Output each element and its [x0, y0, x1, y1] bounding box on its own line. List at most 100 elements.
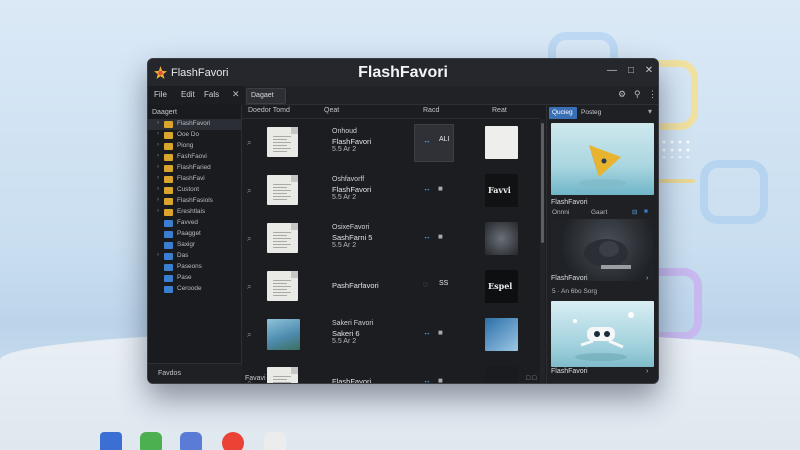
sidebar-root[interactable]: Daagert	[152, 109, 177, 116]
settings-icon[interactable]: ⚙	[618, 89, 626, 100]
sidebar-item[interactable]: › FashFaovi	[148, 152, 242, 163]
minimize-button[interactable]: —	[606, 65, 618, 77]
file-name: FlashFavori	[332, 137, 372, 146]
sidebar-item[interactable]: › Custont	[148, 185, 242, 196]
preview-caption-2: FlashFavori	[551, 275, 588, 282]
sidebar-item[interactable]: Favved	[148, 218, 242, 229]
files-icon[interactable]	[140, 432, 162, 450]
sidebar-item[interactable]: › Das	[148, 251, 242, 262]
file-preview-thumbnail[interactable]: Favvi	[485, 174, 518, 207]
sidebar-item[interactable]: Paagget	[148, 229, 242, 240]
chevron-right-icon[interactable]: ›	[646, 275, 648, 282]
scrollbar-thumb[interactable]	[541, 123, 544, 243]
chevron-right-icon[interactable]: ›	[157, 252, 159, 258]
chevron-right-icon[interactable]: ›	[157, 120, 159, 126]
link-icon[interactable]: ↔	[423, 376, 431, 383]
sidebar-item[interactable]: Pase	[148, 273, 242, 284]
sidebar-item[interactable]: › Ooe Do	[148, 130, 242, 141]
chevron-right-icon[interactable]: ›	[157, 175, 159, 181]
preview-tab-active[interactable]: Qucieg	[549, 107, 577, 119]
chrome-icon[interactable]	[222, 432, 244, 450]
file-row[interactable]: ⌕ Sakeri Favori Sakeri 6 5.5 Ar 2 ↔ ■	[242, 311, 540, 359]
link-icon[interactable]: ◌	[423, 280, 428, 289]
menu-view[interactable]: Fals	[204, 90, 219, 99]
sidebar-item[interactable]: › FlashFasiols	[148, 196, 242, 207]
link-icon[interactable]: ↔	[423, 232, 431, 241]
sidebar-item[interactable]: Paseons	[148, 262, 242, 273]
link-icon[interactable]: ↔	[423, 184, 431, 193]
close-button[interactable]: ✕	[643, 65, 655, 77]
preview-image-1[interactable]	[551, 123, 654, 195]
file-preview-thumbnail[interactable]: Espel	[485, 270, 518, 303]
sidebar-item[interactable]: › FlashFavi	[148, 174, 242, 185]
column-header-type[interactable]: Racd	[423, 107, 439, 114]
launcher-icon[interactable]	[100, 432, 122, 450]
chevron-right-icon[interactable]: ›	[157, 131, 159, 137]
close-menu-button[interactable]: ✕	[232, 89, 240, 100]
file-row[interactable]: ⌕ Onhoud FlashFavori 5.5 Ar 2 ↔ ALI	[242, 119, 540, 167]
menu-file[interactable]: File	[154, 90, 167, 99]
sidebar-item[interactable]: Ceroode	[148, 284, 242, 295]
chevron-right-icon[interactable]: ›	[157, 186, 159, 192]
file-meta: Onhoud	[332, 128, 357, 135]
sidebar-footer[interactable]: Favdos	[148, 363, 242, 383]
chevron-right-icon[interactable]: ›	[157, 197, 159, 203]
sidebar-item[interactable]: Saxigr	[148, 240, 242, 251]
file-preview-thumbnail[interactable]	[485, 318, 518, 351]
link-icon[interactable]: ↔	[423, 136, 431, 145]
preview-image-2[interactable]	[551, 219, 654, 281]
search-icon[interactable]: ⌕	[247, 138, 251, 148]
menu-edit[interactable]: Edit	[181, 90, 195, 99]
file-row[interactable]: ⌕ OsixeFavori SashFarni 5 5.5 Ar 2 ↔ ■	[242, 215, 540, 263]
tab-active[interactable]: Dagaet	[246, 88, 286, 104]
bg-line	[655, 179, 695, 183]
search-icon[interactable]: ⌕	[247, 186, 251, 196]
search-icon[interactable]: ⌕	[247, 234, 251, 244]
preview-tab[interactable]: Posteg	[581, 109, 601, 116]
tag-icon[interactable]: ■	[438, 184, 443, 193]
photos-icon[interactable]	[264, 432, 286, 450]
file-row[interactable]: ⌕FlashFavori5.5 Ar 2↔■	[242, 359, 540, 383]
file-size: 5.5 Ar 2	[332, 338, 357, 345]
title-bar[interactable]: FlashFavori FlashFavori — □ ✕	[148, 59, 658, 86]
column-header-name[interactable]: Doedor Tomd	[248, 107, 290, 114]
preview-caption-1: FlashFavori	[551, 199, 588, 206]
sidebar-item-label: Paagget	[177, 230, 201, 237]
file-row[interactable]: ⌕ PashFarfavori ◌ SS Espel	[242, 263, 540, 311]
account-icon[interactable]: ⚲	[634, 89, 641, 100]
file-preview-thumbnail[interactable]	[485, 366, 518, 383]
chevron-right-icon[interactable]: ›	[157, 153, 159, 159]
chevron-right-icon[interactable]: ›	[646, 368, 648, 375]
sidebar-item[interactable]: › FlashFavori	[148, 119, 242, 130]
sidebar-item-label: FlashFasiols	[177, 197, 213, 204]
sidebar-item-label: Paseons	[177, 263, 202, 270]
chevron-right-icon[interactable]: ›	[157, 142, 159, 148]
link-icon[interactable]: ↔	[423, 328, 431, 337]
grid-icon[interactable]: ■	[644, 208, 648, 215]
chevron-right-icon[interactable]: ›	[157, 164, 159, 170]
sidebar-item[interactable]: › Piong	[148, 141, 242, 152]
document-icon	[267, 271, 298, 301]
tag-icon[interactable]: ■	[438, 232, 443, 241]
settings-icon[interactable]	[180, 432, 202, 450]
file-preview-thumbnail[interactable]	[485, 126, 518, 159]
file-name: Sakeri 6	[332, 329, 360, 338]
more-icon[interactable]: ⋮	[648, 89, 657, 100]
search-icon[interactable]: ⌕	[247, 282, 251, 292]
column-header-date[interactable]: Qeat	[324, 107, 339, 114]
sidebar-item-label: Piong	[177, 142, 194, 149]
tag-icon[interactable]: ■	[438, 376, 443, 383]
sidebar: Daagert › FlashFavori › Ooe Do › Piong › FashFa…	[148, 105, 242, 383]
chevron-down-icon[interactable]: ▾	[648, 107, 652, 116]
preview-image-3[interactable]	[551, 301, 654, 367]
sidebar-item[interactable]: › Ereshtlais	[148, 207, 242, 218]
file-row[interactable]: ⌕ Oshfavorff FlashFavori 5.5 Ar 2 ↔ ■ Favvi	[242, 167, 540, 215]
maximize-button[interactable]: □	[625, 65, 637, 77]
chevron-right-icon[interactable]: ›	[157, 208, 159, 214]
sidebar-item[interactable]: › FlashFaried	[148, 163, 242, 174]
file-preview-thumbnail[interactable]	[485, 222, 518, 255]
search-icon[interactable]: ⌕	[247, 330, 251, 340]
share-icon[interactable]: ⊟	[632, 208, 637, 216]
column-header-size[interactable]: Reat	[492, 107, 507, 114]
tag-icon[interactable]: ■	[438, 328, 443, 337]
